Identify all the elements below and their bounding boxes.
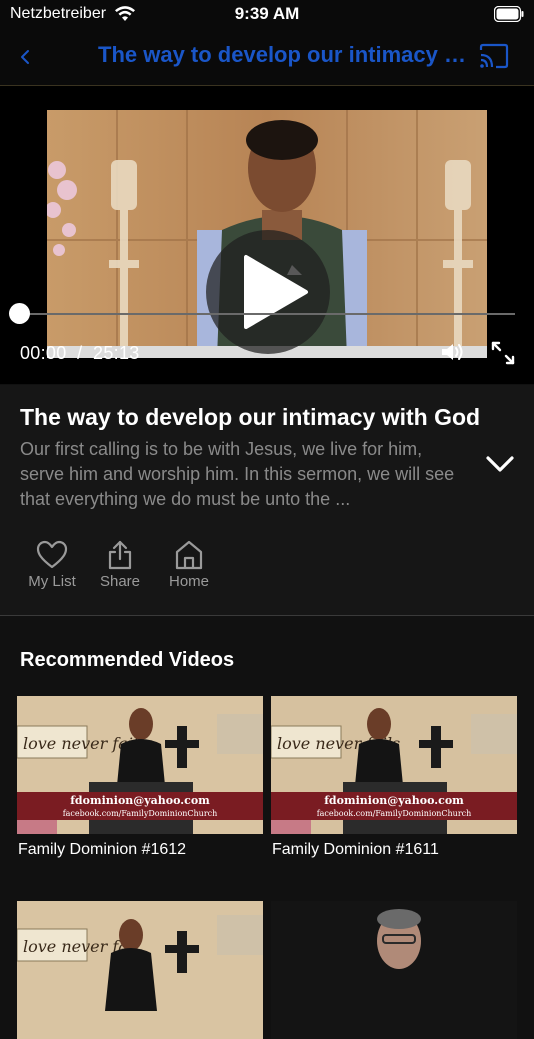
home-icon xyxy=(175,540,203,570)
time-display: 00:00 / 25:13 xyxy=(20,343,140,363)
my-list-button[interactable]: My List xyxy=(17,540,87,600)
seek-thumb[interactable] xyxy=(9,303,30,324)
description-line: serve him and worship him. In this sermo… xyxy=(20,464,455,484)
banner-email: fdominion@yahoo.com xyxy=(324,794,464,807)
heart-icon xyxy=(36,540,68,569)
video-player[interactable]: 00:00 / 25:13 xyxy=(0,86,534,384)
video-description: Our first calling is to be with Jesus, w… xyxy=(20,437,470,512)
my-list-label: My List xyxy=(28,573,76,590)
video-thumbnail: love never fails fdominion@yahoo.com fac… xyxy=(271,696,517,834)
play-button[interactable] xyxy=(206,230,330,354)
video-thumbnail: love never fails fdominion@yahoo.com fac… xyxy=(17,696,263,834)
video-thumbnail: love never fai xyxy=(17,901,263,1039)
video-card-title: Family Dominion #1611 xyxy=(272,841,439,858)
description-line: Our first calling is to be with Jesus, w… xyxy=(20,439,423,459)
volume-icon[interactable] xyxy=(440,341,466,363)
video-title: The way to develop our intimacy with God xyxy=(20,404,481,430)
video-thumbnail xyxy=(271,901,517,1039)
video-info: The way to develop our intimacy with God… xyxy=(0,385,534,615)
banner-facebook: facebook.com/FamilyDominionChurch xyxy=(63,809,218,818)
chevron-left-icon[interactable] xyxy=(14,46,36,68)
fullscreen-icon[interactable] xyxy=(490,340,516,366)
recommended-heading: Recommended Videos xyxy=(20,649,235,671)
play-icon xyxy=(244,255,308,329)
battery-icon xyxy=(494,6,524,22)
banner-email: fdominion@yahoo.com xyxy=(70,794,210,807)
page-title: The way to develop our intimacy w... xyxy=(98,42,470,67)
status-bar: Netzbetreiber 9:39 AM xyxy=(0,0,534,30)
video-card-title: Family Dominion #1612 xyxy=(18,841,187,858)
share-button[interactable]: Share xyxy=(85,540,155,600)
seek-bar[interactable] xyxy=(19,313,515,315)
navigation-bar: The way to develop our intimacy w... xyxy=(0,30,534,86)
divider xyxy=(0,615,534,616)
share-label: Share xyxy=(99,573,141,590)
description-line: that everything we do must be unto the .… xyxy=(20,489,351,509)
chevron-down-icon[interactable] xyxy=(484,450,516,478)
share-icon xyxy=(108,540,132,570)
cast-icon[interactable] xyxy=(478,42,510,70)
banner-facebook: facebook.com/FamilyDominionChurch xyxy=(317,809,472,818)
home-button[interactable]: Home xyxy=(154,540,224,600)
clock: 9:39 AM xyxy=(234,4,300,23)
home-label: Home xyxy=(168,573,209,590)
